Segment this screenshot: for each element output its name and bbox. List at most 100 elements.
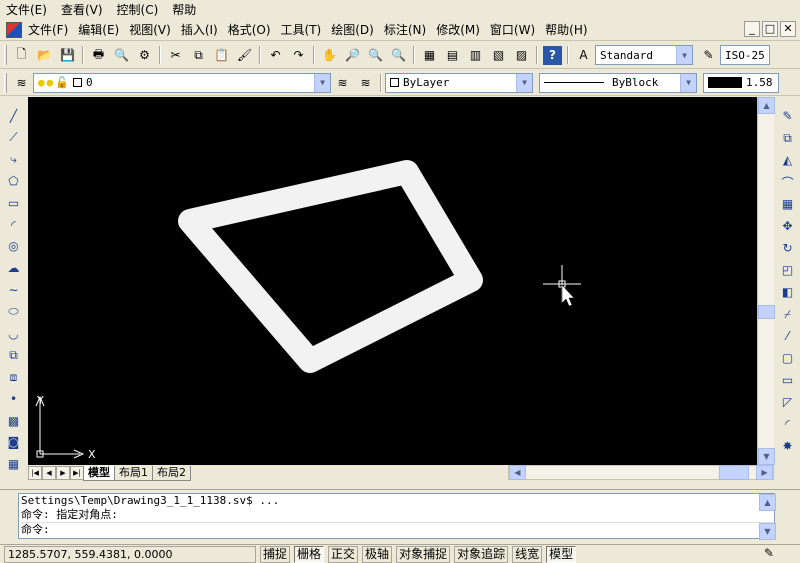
layer-select[interactable]: ● ● 🔓 0 ▼ bbox=[33, 72, 331, 93]
pan-icon[interactable]: ✋ bbox=[320, 46, 339, 65]
first-tab-icon[interactable]: |◀ bbox=[28, 466, 42, 480]
menu-item-window[interactable]: 窗口(W) bbox=[490, 21, 535, 38]
comm-center-icon[interactable]: ✎ bbox=[764, 546, 780, 562]
zoom-previous-icon[interactable]: 🔍 bbox=[389, 46, 408, 65]
scroll-right-button[interactable]: ▶ bbox=[756, 465, 773, 480]
toolbar-grip[interactable] bbox=[4, 45, 7, 65]
hatch-icon[interactable]: ▩ bbox=[5, 412, 23, 430]
scroll-down-button[interactable]: ▼ bbox=[758, 448, 775, 465]
chevron-down-icon[interactable]: ▼ bbox=[314, 73, 330, 92]
sheet-set-icon[interactable]: ▧ bbox=[489, 46, 508, 65]
menu-item-modify[interactable]: 修改(M) bbox=[436, 21, 480, 38]
drawing-canvas[interactable]: X Y bbox=[28, 97, 757, 465]
open-folder-icon[interactable]: 📂 bbox=[35, 46, 54, 65]
scroll-thumb[interactable] bbox=[758, 305, 775, 319]
restore-button[interactable]: □ bbox=[762, 21, 778, 37]
zoom-realtime-icon[interactable]: 🔎 bbox=[343, 46, 362, 65]
tool-palettes-icon[interactable]: ▥ bbox=[466, 46, 485, 65]
menu-item-draw[interactable]: 绘图(D) bbox=[331, 21, 374, 38]
markup-icon[interactable]: ▨ bbox=[512, 46, 531, 65]
polyline-icon[interactable]: ⤷ bbox=[5, 151, 23, 169]
scroll-up-button[interactable]: ▲ bbox=[758, 97, 775, 114]
dim-style-select[interactable]: ISO-25 bbox=[720, 45, 770, 65]
revision-cloud-icon[interactable]: ☁ bbox=[5, 259, 23, 277]
point-icon[interactable]: • bbox=[5, 390, 23, 408]
scroll-left-button[interactable]: ◀ bbox=[509, 465, 526, 480]
tab-model[interactable]: 模型 bbox=[83, 465, 115, 481]
chevron-down-icon[interactable]: ▼ bbox=[680, 73, 696, 92]
top-menu-item-help[interactable]: 帮助 bbox=[172, 1, 196, 18]
menu-item-file[interactable]: 文件(F) bbox=[28, 21, 68, 38]
menu-item-help[interactable]: 帮助(H) bbox=[545, 21, 587, 38]
osnap-toggle[interactable]: 对象捕捉 bbox=[396, 545, 451, 563]
arc-icon[interactable]: ◜ bbox=[5, 216, 23, 234]
scroll-up-button[interactable]: ▲ bbox=[759, 494, 776, 511]
spline-icon[interactable]: ∼ bbox=[5, 281, 23, 299]
table-icon[interactable]: ▦ bbox=[5, 455, 23, 473]
top-menu-item-control[interactable]: 控制(C) bbox=[117, 1, 159, 18]
join-icon[interactable]: ▭ bbox=[779, 371, 797, 389]
paste-icon[interactable]: 📋 bbox=[212, 46, 231, 65]
model-toggle[interactable]: 模型 bbox=[546, 545, 577, 563]
insert-block-icon[interactable]: ⧉ bbox=[5, 346, 23, 364]
rotate-icon[interactable]: ↻ bbox=[779, 239, 797, 257]
menu-item-view[interactable]: 视图(V) bbox=[129, 21, 171, 38]
scroll-thumb[interactable] bbox=[719, 465, 749, 480]
ellipse-icon[interactable]: ⬭ bbox=[5, 303, 23, 321]
move-icon[interactable]: ✥ bbox=[779, 217, 797, 235]
next-tab-icon[interactable]: ▶ bbox=[56, 466, 70, 480]
polar-toggle[interactable]: 极轴 bbox=[362, 545, 393, 563]
construction-line-icon[interactable]: ⟋ bbox=[5, 129, 23, 147]
line-icon[interactable]: ╱ bbox=[5, 107, 23, 125]
zoom-window-icon[interactable]: 🔍 bbox=[366, 46, 385, 65]
tab-layout1[interactable]: 布局1 bbox=[114, 465, 153, 481]
array-icon[interactable]: ▦ bbox=[779, 195, 797, 213]
properties-icon[interactable]: ▦ bbox=[420, 46, 439, 65]
command-input-line[interactable]: 命令: bbox=[21, 522, 774, 536]
autocad-logo-icon[interactable] bbox=[6, 21, 22, 38]
prev-tab-icon[interactable]: ◀ bbox=[42, 466, 56, 480]
lineweight-toggle[interactable]: 线宽 bbox=[512, 545, 543, 563]
snap-toggle[interactable]: 捕捉 bbox=[260, 545, 291, 563]
ortho-toggle[interactable]: 正交 bbox=[328, 545, 359, 563]
undo-icon[interactable]: ↶ bbox=[266, 46, 285, 65]
region-icon[interactable]: ◙ bbox=[5, 433, 23, 451]
layer-manager-icon[interactable]: ≋ bbox=[12, 73, 31, 92]
minimize-button[interactable]: _ bbox=[744, 21, 760, 37]
scale-icon[interactable]: ◰ bbox=[779, 261, 797, 279]
save-icon[interactable]: 💾 bbox=[58, 46, 77, 65]
layer-previous-icon[interactable]: ≋ bbox=[356, 73, 375, 92]
chevron-down-icon[interactable]: ▼ bbox=[676, 46, 692, 64]
last-tab-icon[interactable]: ▶| bbox=[70, 466, 84, 480]
design-center-icon[interactable]: ▤ bbox=[443, 46, 462, 65]
circle-icon[interactable]: ◎ bbox=[5, 238, 23, 256]
chamfer-icon[interactable]: ◸ bbox=[779, 393, 797, 411]
fillet-icon[interactable]: ◜ bbox=[779, 415, 797, 433]
tab-layout2[interactable]: 布局2 bbox=[152, 465, 191, 481]
menu-item-format[interactable]: 格式(O) bbox=[228, 21, 271, 38]
print-preview-icon[interactable]: 🔍 bbox=[112, 46, 131, 65]
toolbar-grip[interactable] bbox=[4, 72, 7, 93]
menu-item-dimension[interactable]: 标注(N) bbox=[384, 21, 426, 38]
copy-icon[interactable]: ⧉ bbox=[189, 46, 208, 65]
command-history[interactable]: Settings\Temp\Drawing3_1_1_1138.sv$ ... … bbox=[18, 493, 775, 539]
color-select[interactable]: ByLayer ▼ bbox=[385, 72, 533, 93]
linetype-select[interactable]: ByBlock ▼ bbox=[539, 72, 697, 93]
ellipse-arc-icon[interactable]: ◡ bbox=[5, 325, 23, 343]
vertical-scrollbar[interactable]: ▲ ▼ bbox=[757, 97, 775, 465]
top-menu-item-view[interactable]: 查看(V) bbox=[61, 1, 103, 18]
menu-item-edit[interactable]: 编辑(E) bbox=[78, 21, 119, 38]
trim-icon[interactable]: ⌿ bbox=[779, 305, 797, 323]
rectangle-icon[interactable]: ▭ bbox=[5, 194, 23, 212]
publish-icon[interactable]: ⚙ bbox=[135, 46, 154, 65]
break-icon[interactable]: ▢ bbox=[779, 349, 797, 367]
lineweight-select[interactable]: 1.58 bbox=[703, 72, 779, 93]
menu-item-insert[interactable]: 插入(I) bbox=[181, 21, 218, 38]
top-menu-item-file[interactable]: 文件(E) bbox=[6, 1, 47, 18]
otrack-toggle[interactable]: 对象追踪 bbox=[454, 545, 509, 563]
coordinate-readout[interactable]: 1285.5707, 559.4381, 0.0000 bbox=[4, 545, 256, 563]
close-button[interactable]: ✕ bbox=[780, 21, 796, 37]
text-style-select[interactable]: Standard ▼ bbox=[595, 45, 693, 65]
horizontal-scrollbar[interactable]: ◀ ▶ bbox=[508, 465, 774, 480]
cut-icon[interactable]: ✂ bbox=[166, 46, 185, 65]
